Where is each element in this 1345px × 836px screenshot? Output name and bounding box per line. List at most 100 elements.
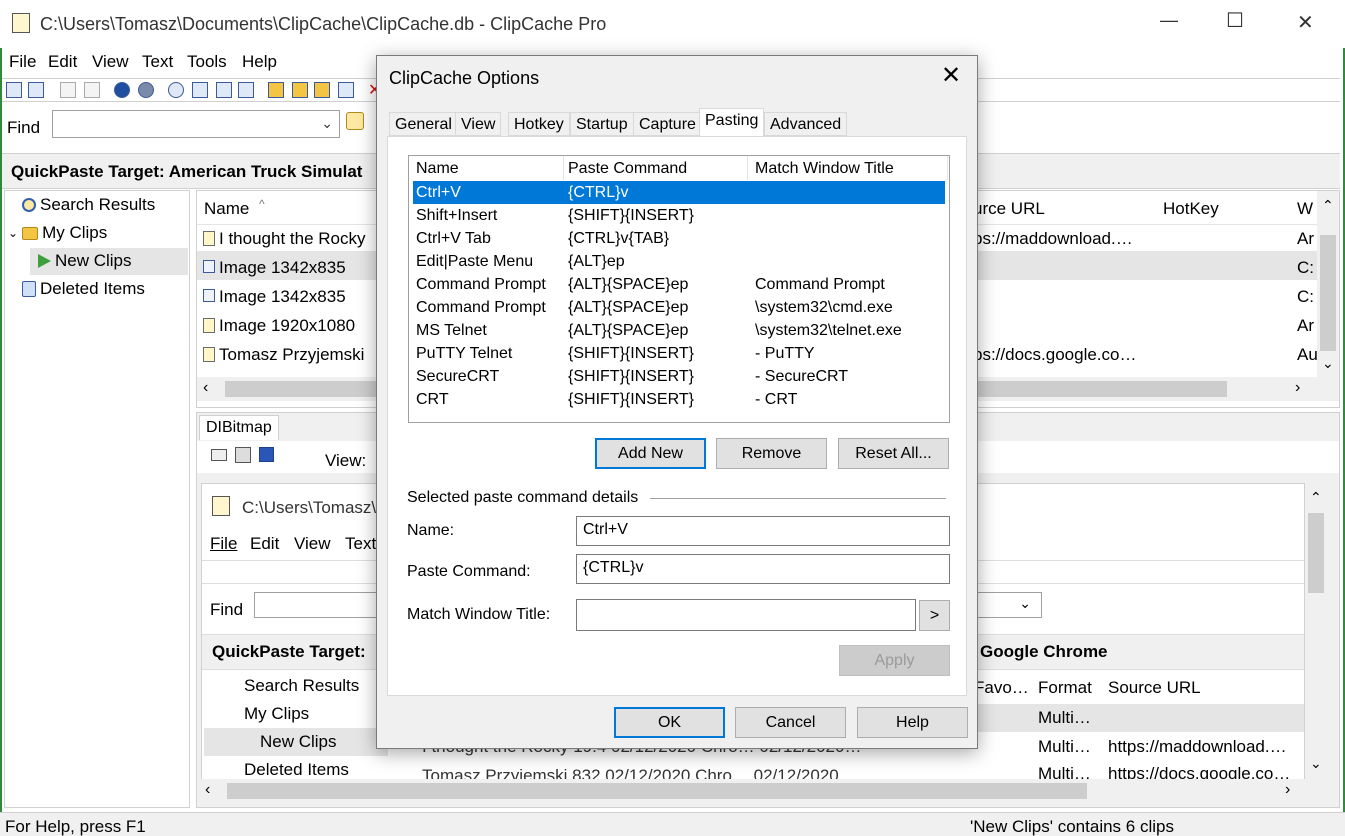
item-name: CRT [416, 391, 449, 408]
apply-button[interactable]: Apply [839, 645, 950, 676]
window-icon[interactable] [238, 82, 254, 98]
close-icon[interactable]: ✕ [939, 64, 963, 88]
tree-new-clips[interactable]: New Clips [38, 251, 132, 271]
cancel-button[interactable]: Cancel [735, 707, 846, 738]
scroll-up-icon[interactable]: ⌃ [1322, 197, 1334, 214]
col-name[interactable]: Name [204, 199, 249, 219]
inner-tree-myclips: My Clips [244, 704, 310, 723]
remove-button[interactable]: Remove [716, 438, 827, 469]
maximize-button[interactable]: ☐ [1226, 8, 1244, 33]
ok-button[interactable]: OK [614, 707, 725, 738]
scroll-thumb[interactable] [227, 783, 1087, 799]
inner-col-format: Format [1038, 678, 1092, 697]
tools-icon[interactable] [192, 82, 208, 98]
menu-text[interactable]: Text [142, 52, 173, 72]
folder-new-icon[interactable] [268, 82, 284, 98]
menu-view[interactable]: View [92, 52, 129, 72]
row-w: Ar [1297, 316, 1314, 335]
tree-search-results[interactable]: Search Results [22, 195, 155, 215]
tree-deleted-items[interactable]: Deleted Items [22, 279, 145, 299]
save-icon[interactable] [259, 447, 274, 462]
status-count: 'New Clips' contains 6 clips [970, 817, 1174, 836]
scroll-right-icon[interactable]: › [1295, 379, 1300, 397]
item-cmd: {SHIFT}{INSERT} [568, 207, 694, 224]
item-match: - PuTTY [755, 345, 815, 362]
scroll-thumb[interactable] [1320, 235, 1336, 351]
paste-command-field[interactable]: {CTRL}v [576, 554, 950, 584]
menu-help[interactable]: Help [242, 52, 277, 72]
search-options-icon[interactable] [346, 112, 364, 130]
list-item[interactable]: SecureCRT {SHIFT}{INSERT} - SecureCRT [413, 365, 945, 388]
menu-edit[interactable]: Edit [48, 52, 77, 72]
redo-icon[interactable] [84, 82, 100, 98]
list-item[interactable]: Edit|Paste Menu {ALT}ep [413, 250, 945, 273]
folder-icon [22, 226, 39, 240]
print-icon[interactable] [235, 447, 251, 463]
chevron-down-icon: ⌄ [1019, 595, 1031, 611]
tab-advanced[interactable]: Advanced [764, 112, 848, 136]
col-hotkey[interactable]: HotKey [1163, 199, 1219, 219]
tab-pasting[interactable]: Pasting [699, 108, 765, 137]
scroll-down-icon[interactable]: ⌄ [1322, 355, 1334, 372]
name-field[interactable]: Ctrl+V [576, 516, 950, 546]
scroll-down-icon[interactable]: ⌄ [1310, 755, 1322, 772]
vertical-scrollbar[interactable]: ⌃ ⌄ [1317, 191, 1339, 377]
pin-icon[interactable] [216, 82, 232, 98]
undo-icon[interactable] [60, 82, 76, 98]
scroll-left-icon[interactable]: ‹ [205, 781, 210, 799]
list-item[interactable]: MS Telnet {ALT}{SPACE}ep \system32\telne… [413, 319, 945, 342]
list-item[interactable]: Ctrl+V {CTRL}v [413, 181, 945, 204]
tab-general[interactable]: General [389, 112, 458, 136]
col-w[interactable]: W [1297, 199, 1313, 219]
tab-capture[interactable]: Capture [633, 112, 702, 136]
quickpaste-target: QuickPaste Target: American Truck Simula… [11, 162, 363, 181]
copy-icon[interactable] [6, 82, 22, 98]
preview-vertical-scrollbar[interactable]: ⌃ ⌄ [1305, 483, 1327, 779]
tab-hotkey[interactable]: Hotkey [508, 112, 570, 136]
browse-window-button[interactable]: > [919, 600, 950, 631]
item-cmd: {CTRL}v [568, 184, 629, 201]
add-new-button[interactable]: Add New [595, 438, 706, 469]
scroll-thumb[interactable] [1308, 513, 1324, 593]
preview-horizontal-scrollbar[interactable]: ‹ › [197, 779, 1327, 803]
tab-view[interactable]: View [455, 112, 502, 136]
help-button[interactable]: Help [857, 707, 968, 738]
sort-asc-icon: ^ [259, 197, 265, 211]
pin-icon[interactable] [211, 449, 227, 461]
close-window-button[interactable]: ✕ [1297, 10, 1314, 35]
col-paste-command[interactable]: Paste Command [561, 156, 748, 180]
row-w: Ar [1297, 229, 1314, 248]
list-item[interactable]: CRT {SHIFT}{INSERT} - CRT [413, 388, 945, 411]
folder-props-icon[interactable] [292, 82, 308, 98]
list-item[interactable]: Ctrl+V Tab {CTRL}v{TAB} [413, 227, 945, 250]
title-bar: C:\Users\Tomasz\Documents\ClipCache\Clip… [0, 0, 1345, 48]
app-icon [12, 13, 30, 33]
col-name[interactable]: Name [409, 156, 564, 180]
list-item[interactable]: Shift+Insert {SHIFT}{INSERT} [413, 204, 945, 227]
list-item[interactable]: PuTTY Telnet {SHIFT}{INSERT} - PuTTY [413, 342, 945, 365]
tab-startup[interactable]: Startup [570, 112, 634, 136]
paste-icon[interactable] [28, 82, 44, 98]
scroll-right-icon[interactable]: › [1285, 781, 1290, 799]
find-icon[interactable] [168, 82, 184, 98]
minimize-button[interactable]: — [1160, 10, 1178, 31]
list-item[interactable]: Command Prompt {ALT}{SPACE}ep Command Pr… [413, 273, 945, 296]
col-source-url[interactable]: urce URL [973, 199, 1045, 219]
find-combo[interactable]: ⌄ [52, 110, 340, 138]
back-icon[interactable] [114, 82, 130, 98]
match-window-title-field[interactable] [576, 599, 916, 631]
tab-dibitmap[interactable]: DIBitmap [199, 415, 279, 440]
col-match-window-title[interactable]: Match Window Title [748, 156, 948, 180]
window-title: C:\Users\Tomasz\Documents\ClipCache\Clip… [40, 14, 607, 34]
list-item[interactable]: Command Prompt {ALT}{SPACE}ep \system32\… [413, 296, 945, 319]
forward-icon[interactable] [138, 82, 154, 98]
spell-icon[interactable] [338, 82, 354, 98]
menu-tools[interactable]: Tools [187, 52, 227, 72]
tree-my-clips[interactable]: ⌄ My Clips [8, 223, 107, 243]
scroll-up-icon[interactable]: ⌃ [1310, 489, 1322, 506]
reset-all-button[interactable]: Reset All... [838, 438, 949, 469]
scroll-left-icon[interactable]: ‹ [203, 379, 208, 397]
menu-file[interactable]: File [9, 52, 36, 72]
folder-move-icon[interactable] [314, 82, 330, 98]
chevron-down-icon[interactable]: ⌄ [8, 226, 18, 240]
